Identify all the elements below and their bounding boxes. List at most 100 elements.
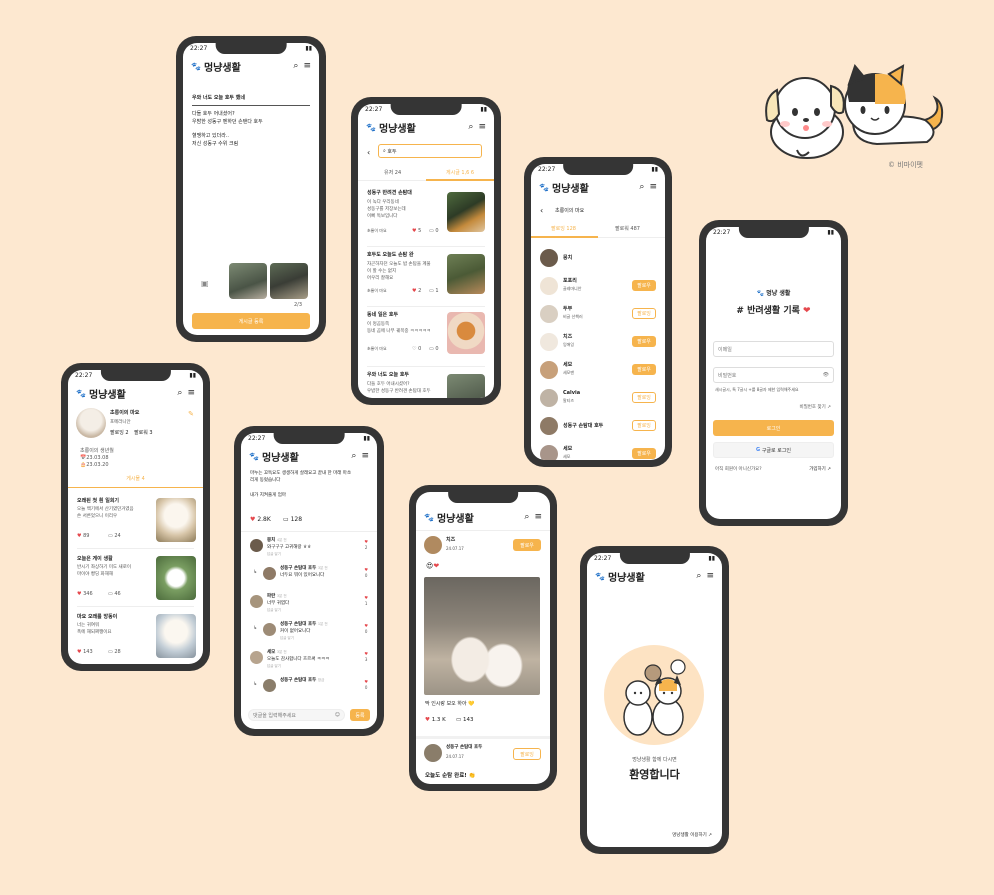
- comment-author[interactable]: 성동구 손탐대 호두 1분 전: [280, 622, 328, 629]
- avatar[interactable]: [540, 305, 558, 323]
- comment-like[interactable]: ♥ 2: [364, 539, 368, 551]
- list-item[interactable]: 동네 일은 호두 이 멍곰동쪽 동네 곰에 나무 궤목중 ㅋㅋㅋㅋㅋ 초롱이 마…: [358, 308, 494, 364]
- comment-like[interactable]: ♥ 0: [364, 679, 368, 691]
- avatar[interactable]: [540, 333, 558, 351]
- heart-icon[interactable]: ♥: [364, 539, 368, 544]
- comment-item[interactable]: 세모 3분 전 오늘도 감사합니다 흐르써 ㅋㅋㅋ 답글 달기 ♥ 3: [241, 649, 377, 675]
- avatar[interactable]: [76, 408, 106, 438]
- avatar[interactable]: [250, 651, 263, 664]
- list-item[interactable]: 세모 세모 팔로우: [531, 442, 665, 460]
- login-button[interactable]: 로그인: [713, 420, 834, 436]
- comment-author[interactable]: 세모 3분 전: [267, 650, 287, 657]
- hamburger-menu-icon[interactable]: ≡: [303, 61, 311, 71]
- result-thumbnail[interactable]: [447, 254, 485, 294]
- comment-icon[interactable]: ▭: [108, 533, 113, 539]
- post-body-line[interactable]: 우밤한 성동구 멘하던 손탠다 호두: [192, 119, 263, 127]
- search-icon[interactable]: ⌕: [524, 512, 529, 522]
- password-field[interactable]: 비밀번호 👁: [713, 367, 834, 383]
- edit-profile-icon[interactable]: ✎: [188, 410, 194, 418]
- app-logo[interactable]: 🐾 멍냥생활: [424, 510, 474, 525]
- heart-icon[interactable]: ♥: [364, 623, 368, 628]
- search-icon[interactable]: ⌕: [468, 122, 473, 132]
- back-arrow-icon[interactable]: ‹: [540, 206, 543, 215]
- comment-item[interactable]: 뭉치 4분 전 와구구구 고귀해랑 ㅎㅎ 답글 달기 ♥ 2: [241, 537, 377, 563]
- follow-toggle-button[interactable]: 팔로잉: [632, 420, 656, 431]
- heart-icon[interactable]: ♥: [412, 228, 416, 234]
- hamburger-menu-icon[interactable]: ≡: [534, 512, 542, 522]
- list-item[interactable]: 우와 너도 오늘 호두 다들 호두 어내시셨어? 우밤한 성동구 반려견 손탐대…: [358, 368, 494, 398]
- search-icon[interactable]: ⌕: [177, 388, 182, 398]
- list-item[interactable]: 성동구 손탐대 호두 팔로잉: [531, 414, 665, 440]
- heart-icon[interactable]: ♡: [412, 346, 416, 352]
- list-item[interactable]: 성동구 반려견 손탐대 이 녹다 우리동네 성동구를 저장보는데 이뻐 독보임니…: [358, 186, 494, 246]
- image-icon[interactable]: ▣: [201, 279, 209, 288]
- search-input[interactable]: ⌕ 호두: [378, 144, 482, 158]
- eye-icon[interactable]: 👁: [823, 372, 829, 378]
- post-body-line[interactable]: 다들 호두 어내셨어?: [192, 111, 235, 119]
- post-body-line[interactable]: 혈맹하고 있더라..: [192, 133, 229, 141]
- post-thumbnail[interactable]: [156, 614, 196, 658]
- avatar[interactable]: [540, 417, 558, 435]
- submit-post-button[interactable]: 게시글 등록: [192, 313, 310, 329]
- avatar[interactable]: [540, 389, 558, 407]
- follow-toggle-button[interactable]: 팔로잉: [632, 392, 656, 403]
- comment-icon[interactable]: ▭: [429, 228, 434, 234]
- follow-button[interactable]: 팔로우: [513, 539, 541, 551]
- follower-count[interactable]: 팔로워 3: [134, 430, 153, 438]
- tab-followers[interactable]: 팔로워 487: [615, 226, 640, 234]
- comment-icon[interactable]: ▭: [456, 717, 461, 723]
- signup-link[interactable]: 가입하기 ↗: [809, 467, 831, 474]
- avatar[interactable]: [424, 536, 442, 554]
- result-thumbnail[interactable]: [447, 312, 485, 354]
- post-author[interactable]: 성동구 손탐대 호두: [446, 745, 482, 752]
- heart-icon[interactable]: ♥: [77, 649, 81, 655]
- list-item[interactable]: 마요 오래를 방동이 너는 귀여워 폭에 재되쩌쨍이요 ♥ 143 ▭ 28: [68, 610, 203, 664]
- tab-posts[interactable]: 게시물 4: [68, 476, 203, 484]
- post-thumbnail[interactable]: [156, 556, 196, 600]
- tab-users[interactable]: 유저 24: [384, 170, 401, 178]
- list-item[interactable]: 뭉치: [531, 246, 665, 272]
- comment-author[interactable]: 성동구 손탐대 호두 3분 전: [280, 566, 328, 573]
- reply-link[interactable]: 답글 달기: [267, 552, 281, 557]
- heart-icon[interactable]: ♥: [364, 567, 368, 572]
- tab-posts[interactable]: 게시글 1,6 6: [446, 170, 474, 178]
- heart-icon[interactable]: ♥: [364, 679, 368, 684]
- comment-author[interactable]: 성동구 손탐대 호두 방금: [280, 678, 324, 685]
- comment-author[interactable]: 파란 3분 전: [267, 594, 287, 601]
- app-logo[interactable]: 🐾 멍냥생활: [249, 449, 299, 464]
- reply-link[interactable]: 답글 달기: [267, 608, 281, 613]
- comment-item[interactable]: ↳ 성동구 손탐대 호두 1분 전 커이 없어요니다 답글 달기 ♥ 0: [241, 621, 377, 647]
- start-app-link[interactable]: 멍냥생활 이용하기 ↗: [672, 833, 712, 840]
- post-thumbnail[interactable]: [156, 498, 196, 542]
- attached-photo[interactable]: [270, 263, 308, 299]
- following-count[interactable]: 팔로잉 2: [110, 430, 129, 438]
- avatar[interactable]: [263, 679, 276, 692]
- post-title-input[interactable]: 우와 너도 오늘 호두 했네: [192, 95, 245, 103]
- search-icon[interactable]: ⌕: [696, 571, 701, 581]
- heart-icon[interactable]: ♥: [77, 533, 81, 539]
- heart-icon[interactable]: ♥: [412, 288, 416, 294]
- list-item[interactable]: 두부 비글 산책러 팔로잉: [531, 302, 665, 328]
- follow-toggle-button[interactable]: 팔로우: [632, 364, 656, 375]
- avatar[interactable]: [540, 361, 558, 379]
- comment-item[interactable]: ↳ 성동구 손탐대 호두 방금 ♥ 0: [241, 677, 377, 703]
- comment-input[interactable]: 댓글을 입력해주세요 ☺: [248, 709, 345, 721]
- comment-like[interactable]: ♥ 3: [364, 651, 368, 663]
- result-thumbnail[interactable]: [447, 374, 485, 398]
- comment-author[interactable]: 뭉치 4분 전: [267, 538, 287, 545]
- post-photo[interactable]: [424, 577, 540, 695]
- comment-icon[interactable]: ▭: [283, 516, 289, 523]
- heart-icon[interactable]: ♥: [364, 595, 368, 600]
- avatar[interactable]: [540, 277, 558, 295]
- back-arrow-icon[interactable]: ‹: [367, 148, 370, 157]
- avatar[interactable]: [540, 249, 558, 267]
- following-button[interactable]: 팔로잉: [513, 748, 541, 760]
- list-item[interactable]: 포포리 골레마니안 팔로우: [531, 274, 665, 300]
- search-icon[interactable]: ⌕: [639, 182, 644, 192]
- hamburger-menu-icon[interactable]: ≡: [478, 122, 486, 132]
- app-logo[interactable]: 🐾 멍냥생활: [76, 386, 126, 401]
- email-field[interactable]: 이메일: [713, 341, 834, 357]
- follow-toggle-button[interactable]: 팔로우: [632, 448, 656, 459]
- heart-icon[interactable]: ♥: [250, 516, 255, 523]
- app-logo[interactable]: 🐾 멍냥생활: [366, 120, 416, 135]
